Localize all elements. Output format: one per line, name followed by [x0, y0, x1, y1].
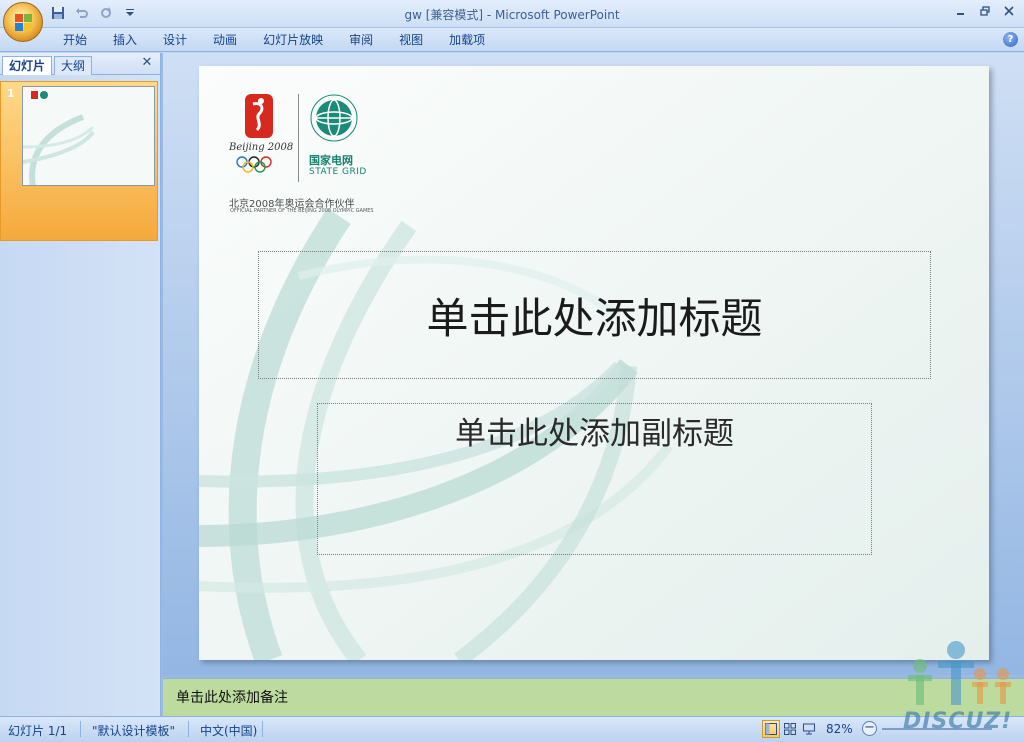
subtitle-placeholder[interactable]: 单击此处添加副标题	[317, 403, 872, 555]
beijing-2008-text: Beijing 2008	[229, 142, 294, 153]
tab-view[interactable]: 视图	[386, 31, 436, 49]
zoom-out-icon[interactable]: −	[862, 721, 877, 736]
tab-home[interactable]: 开始	[50, 31, 100, 49]
status-slide-count: 幻灯片 1/1	[8, 724, 68, 738]
watermark-text: DISCUZ!	[903, 709, 1013, 734]
tab-slideshow[interactable]: 幻灯片放映	[250, 31, 336, 49]
slideshow-view-icon[interactable]	[800, 720, 818, 738]
pane-close-icon[interactable]: ✕	[140, 56, 154, 70]
title-placeholder[interactable]: 单击此处添加标题	[258, 251, 931, 379]
title-placeholder-text: 单击此处添加标题	[426, 293, 763, 343]
ribbon-tabs: 开始 插入 设计 动画 幻灯片放映 审阅 视图 加载项	[50, 31, 498, 49]
slide-canvas[interactable]: Beijing 2008 国家电网 STATE GRID 北京2008年奥运会合…	[199, 66, 989, 660]
status-separator	[188, 721, 189, 737]
zoom-level[interactable]: 82%	[826, 722, 853, 736]
tab-slides[interactable]: 幻灯片	[2, 56, 53, 75]
restore-icon[interactable]	[974, 3, 996, 19]
title-bar: gw [兼容模式] - Microsoft PowerPoint	[0, 0, 1024, 28]
help-icon[interactable]: ?	[1003, 32, 1018, 47]
slide-thumbnail[interactable]	[22, 86, 155, 186]
close-icon[interactable]	[998, 3, 1020, 19]
status-separator	[262, 721, 263, 737]
tab-insert[interactable]: 插入	[100, 31, 150, 49]
notes-placeholder: 单击此处添加备注	[176, 690, 288, 706]
status-bar: 幻灯片 1/1 "默认设计模板" 中文(中国) 82% −	[0, 716, 1024, 742]
window-title: gw [兼容模式] - Microsoft PowerPoint	[404, 8, 620, 22]
tab-review[interactable]: 审阅	[336, 31, 386, 49]
tab-addins[interactable]: 加载项	[436, 31, 498, 49]
thumbnail-artwork-icon	[23, 91, 95, 185]
pane-tabs: 幻灯片 大纲 ✕	[0, 53, 160, 75]
state-grid-en: STATE GRID	[309, 167, 367, 177]
status-separator	[80, 721, 81, 737]
slide-sorter-view-icon[interactable]	[781, 720, 799, 738]
minimize-icon[interactable]	[950, 3, 972, 19]
status-theme[interactable]: "默认设计模板"	[92, 722, 175, 739]
slide-number: 1	[7, 87, 15, 100]
state-grid-cn: 国家电网	[309, 154, 353, 167]
partner-text-en: OFFICIAL PARTNER OF THE BEIJING 2008 OLY…	[230, 208, 374, 214]
status-language[interactable]: 中文(中国)	[200, 722, 257, 739]
ribbon: 开始 插入 设计 动画 幻灯片放映 审阅 视图 加载项 ?	[0, 28, 1024, 52]
office-button[interactable]	[3, 2, 43, 42]
office-logo-icon	[15, 14, 33, 32]
notes-pane[interactable]: 单击此处添加备注	[163, 678, 1024, 716]
tab-design[interactable]: 设计	[150, 31, 200, 49]
window-controls	[950, 3, 1020, 19]
tab-outline[interactable]: 大纲	[54, 56, 93, 75]
slides-pane: 幻灯片 大纲 ✕ 1	[0, 53, 161, 716]
slide-thumbnail-selected[interactable]	[0, 81, 158, 241]
subtitle-placeholder-text: 单击此处添加副标题	[455, 416, 734, 452]
normal-view-icon[interactable]	[762, 720, 780, 738]
tab-animations[interactable]: 动画	[200, 31, 250, 49]
